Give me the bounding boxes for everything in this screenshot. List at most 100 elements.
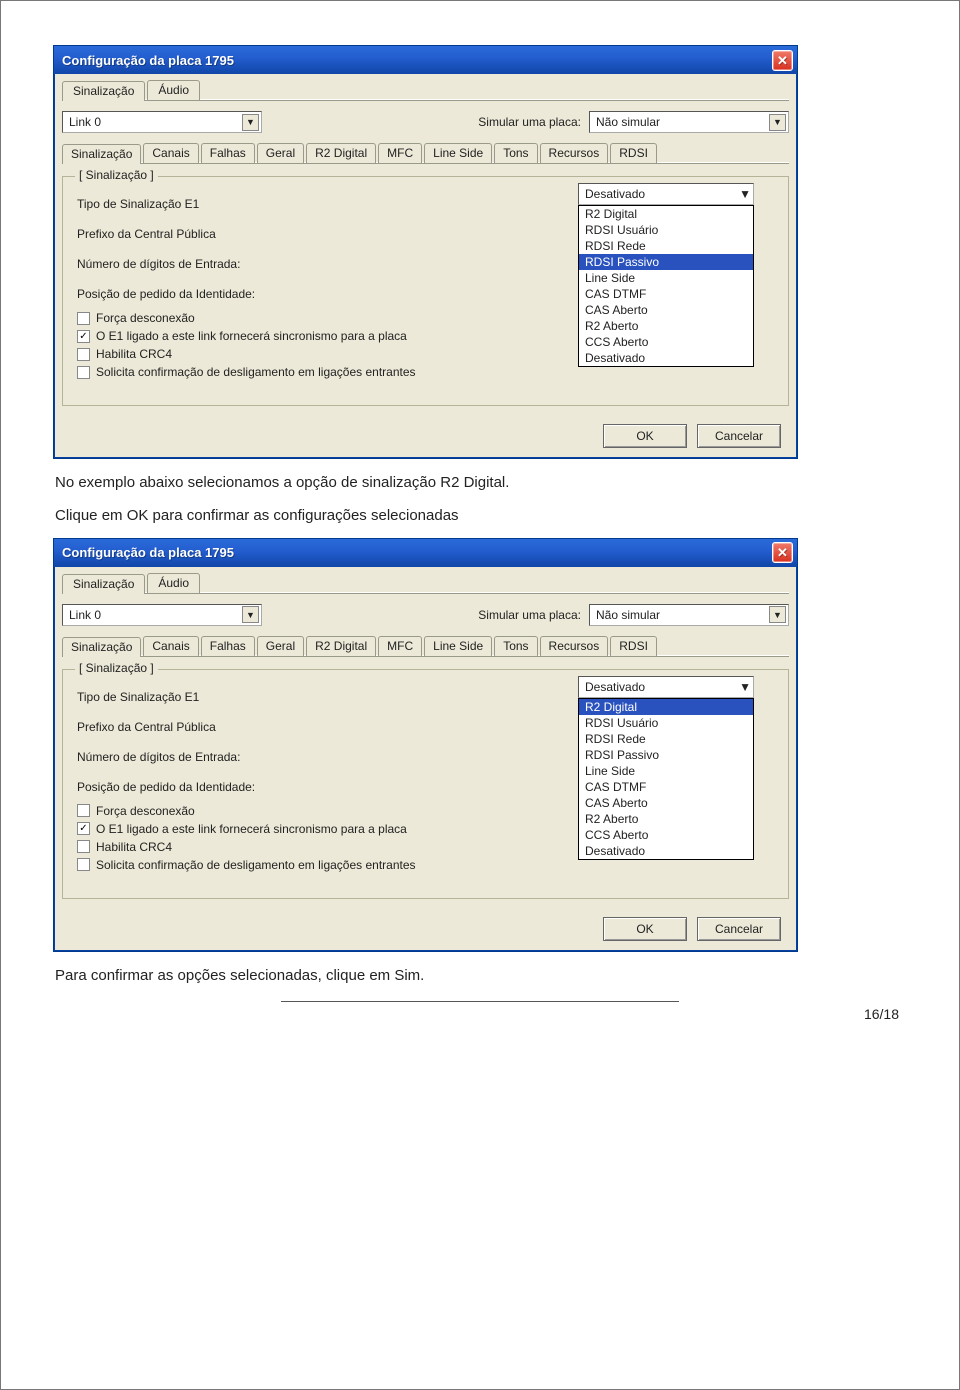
subtab-8[interactable]: Recursos bbox=[540, 143, 609, 163]
simular-combo[interactable]: Não simular ▼ bbox=[589, 604, 789, 626]
label-numdig: Número de dígitos de Entrada: bbox=[77, 750, 337, 764]
sub-tabs: Sinalização Canais Falhas Geral R2 Digit… bbox=[62, 636, 789, 656]
subtab-6[interactable]: Line Side bbox=[424, 143, 492, 163]
list-item[interactable]: R2 Aberto bbox=[579, 811, 753, 827]
group-legend: [ Sinalização ] bbox=[75, 661, 158, 675]
subtab-2[interactable]: Falhas bbox=[201, 143, 255, 163]
tipo-listbox[interactable]: R2 DigitalRDSI UsuárioRDSI RedeRDSI Pass… bbox=[578, 698, 754, 860]
label-tipo: Tipo de Sinalização E1 bbox=[77, 197, 337, 211]
list-item[interactable]: RDSI Passivo bbox=[579, 254, 753, 270]
list-item[interactable]: Line Side bbox=[579, 270, 753, 286]
check-label-e1: O E1 ligado a este link fornecerá sincro… bbox=[96, 329, 407, 343]
link-value: Link 0 bbox=[69, 115, 101, 129]
top-tabs: Sinalização Áudio bbox=[62, 80, 789, 100]
chevron-down-icon: ▼ bbox=[242, 606, 259, 623]
cancel-button[interactable]: Cancelar bbox=[697, 424, 781, 448]
label-tipo: Tipo de Sinalização E1 bbox=[77, 690, 337, 704]
simular-value: Não simular bbox=[596, 115, 660, 129]
subtab-4[interactable]: R2 Digital bbox=[306, 636, 376, 656]
list-item[interactable]: RDSI Usuário bbox=[579, 715, 753, 731]
list-item[interactable]: CCS Aberto bbox=[579, 827, 753, 843]
tipo-dropdown[interactable]: Desativado ▼ bbox=[578, 183, 754, 205]
subtab-3[interactable]: Geral bbox=[257, 636, 304, 656]
config-window-1: Configuração da placa 1795 ✕ Sinalização… bbox=[53, 45, 798, 459]
list-item[interactable]: RDSI Usuário bbox=[579, 222, 753, 238]
titlebar: Configuração da placa 1795 ✕ bbox=[54, 46, 797, 74]
caption-2: Clique em OK para confirmar as configura… bbox=[55, 504, 835, 527]
checkbox-forca[interactable] bbox=[77, 312, 90, 325]
label-prefixo: Prefixo da Central Pública bbox=[77, 720, 337, 734]
subtab-3[interactable]: Geral bbox=[257, 143, 304, 163]
footer-rule bbox=[281, 1001, 679, 1002]
label-posicao: Posição de pedido da Identidade: bbox=[77, 287, 337, 301]
tipo-listbox[interactable]: R2 DigitalRDSI UsuárioRDSI RedeRDSI Pass… bbox=[578, 205, 754, 367]
label-prefixo: Prefixo da Central Pública bbox=[77, 227, 337, 241]
subtab-6[interactable]: Line Side bbox=[424, 636, 492, 656]
checkbox-sol[interactable] bbox=[77, 858, 90, 871]
subtab-9[interactable]: RDSI bbox=[610, 143, 657, 163]
list-item[interactable]: RDSI Rede bbox=[579, 238, 753, 254]
link-combo[interactable]: Link 0 ▼ bbox=[62, 604, 262, 626]
subtab-9[interactable]: RDSI bbox=[610, 636, 657, 656]
list-item[interactable]: RDSI Rede bbox=[579, 731, 753, 747]
list-item[interactable]: Line Side bbox=[579, 763, 753, 779]
list-item[interactable]: CAS Aberto bbox=[579, 302, 753, 318]
subtab-2[interactable]: Falhas bbox=[201, 636, 255, 656]
chevron-down-icon: ▼ bbox=[739, 187, 751, 201]
tab-audio[interactable]: Áudio bbox=[147, 80, 200, 100]
subtab-4[interactable]: R2 Digital bbox=[306, 143, 376, 163]
subtab-1[interactable]: Canais bbox=[143, 636, 198, 656]
list-item[interactable]: CAS DTMF bbox=[579, 779, 753, 795]
list-item[interactable]: Desativado bbox=[579, 843, 753, 859]
window-title: Configuração da placa 1795 bbox=[62, 545, 234, 560]
checkbox-e1[interactable]: ✓ bbox=[77, 822, 90, 835]
subtab-7[interactable]: Tons bbox=[494, 143, 537, 163]
subtab-1[interactable]: Canais bbox=[143, 143, 198, 163]
simular-value: Não simular bbox=[596, 608, 660, 622]
cancel-button[interactable]: Cancelar bbox=[697, 917, 781, 941]
tab-audio[interactable]: Áudio bbox=[147, 573, 200, 593]
label-posicao: Posição de pedido da Identidade: bbox=[77, 780, 337, 794]
tipo-dropdown[interactable]: Desativado ▼ bbox=[578, 676, 754, 698]
checkbox-crc4[interactable] bbox=[77, 348, 90, 361]
link-value: Link 0 bbox=[69, 608, 101, 622]
subtab-5[interactable]: MFC bbox=[378, 143, 422, 163]
check-label-e1: O E1 ligado a este link fornecerá sincro… bbox=[96, 822, 407, 836]
check-label-crc4: Habilita CRC4 bbox=[96, 347, 172, 361]
checkbox-crc4[interactable] bbox=[77, 840, 90, 853]
list-item[interactable]: R2 Digital bbox=[579, 699, 753, 715]
check-label-forca: Força desconexão bbox=[96, 311, 195, 325]
check-label-sol: Solicita confirmação de desligamento em … bbox=[96, 858, 416, 872]
list-item[interactable]: R2 Aberto bbox=[579, 318, 753, 334]
subtab-8[interactable]: Recursos bbox=[540, 636, 609, 656]
close-icon[interactable]: ✕ bbox=[772, 50, 793, 71]
simular-combo[interactable]: Não simular ▼ bbox=[589, 111, 789, 133]
simular-label: Simular uma placa: bbox=[478, 608, 581, 622]
list-item[interactable]: R2 Digital bbox=[579, 206, 753, 222]
link-combo[interactable]: Link 0 ▼ bbox=[62, 111, 262, 133]
tab-sinalizacao[interactable]: Sinalização bbox=[62, 574, 145, 594]
list-item[interactable]: Desativado bbox=[579, 350, 753, 366]
close-icon[interactable]: ✕ bbox=[772, 542, 793, 563]
check-label-sol: Solicita confirmação de desligamento em … bbox=[96, 365, 416, 379]
checkbox-e1[interactable]: ✓ bbox=[77, 330, 90, 343]
list-item[interactable]: CAS Aberto bbox=[579, 795, 753, 811]
ok-button[interactable]: OK bbox=[603, 917, 687, 941]
check-label-crc4: Habilita CRC4 bbox=[96, 840, 172, 854]
caption-3: Para confirmar as opções selecionadas, c… bbox=[55, 964, 835, 987]
list-item[interactable]: CCS Aberto bbox=[579, 334, 753, 350]
ok-button[interactable]: OK bbox=[603, 424, 687, 448]
checkbox-sol[interactable] bbox=[77, 366, 90, 379]
subtab-5[interactable]: MFC bbox=[378, 636, 422, 656]
subtab-0[interactable]: Sinalização bbox=[62, 144, 141, 164]
simular-label: Simular uma placa: bbox=[478, 115, 581, 129]
page-number: 16/18 bbox=[51, 1006, 899, 1022]
titlebar: Configuração da placa 1795 ✕ bbox=[54, 539, 797, 567]
tipo-value: Desativado bbox=[585, 187, 645, 201]
tab-sinalizacao[interactable]: Sinalização bbox=[62, 81, 145, 101]
subtab-0[interactable]: Sinalização bbox=[62, 637, 141, 657]
list-item[interactable]: CAS DTMF bbox=[579, 286, 753, 302]
subtab-7[interactable]: Tons bbox=[494, 636, 537, 656]
checkbox-forca[interactable] bbox=[77, 804, 90, 817]
list-item[interactable]: RDSI Passivo bbox=[579, 747, 753, 763]
